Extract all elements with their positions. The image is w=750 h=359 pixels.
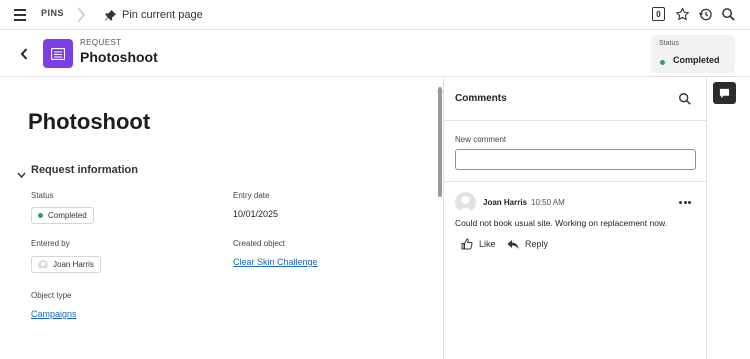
comment-text: Could not book usual site. Working on re… bbox=[455, 218, 667, 228]
star-icon[interactable] bbox=[674, 6, 690, 22]
comments-panel: Comments New comment Joan Harris 10:50 A… bbox=[443, 78, 707, 359]
new-comment-input[interactable] bbox=[455, 149, 696, 170]
chevron-right-icon bbox=[75, 6, 87, 24]
divider bbox=[444, 181, 707, 182]
object-header: REQUEST Photoshoot Status Completed bbox=[0, 30, 750, 77]
request-details: Photoshoot Request information Status Co… bbox=[0, 78, 437, 359]
new-comment-label: New comment bbox=[455, 135, 507, 144]
object-title: Photoshoot bbox=[80, 49, 158, 65]
status-field-label: Status bbox=[31, 191, 54, 200]
status-dot bbox=[38, 213, 43, 218]
reply-label: Reply bbox=[525, 239, 549, 249]
section-title-request-information[interactable]: Request information bbox=[31, 164, 138, 176]
comment-time: 10:50 AM bbox=[531, 198, 565, 207]
like-button[interactable]: Like bbox=[461, 237, 496, 251]
created-object-link[interactable]: Clear Skin Challenge bbox=[233, 257, 318, 267]
entered-by-name: Joan Harris bbox=[53, 260, 94, 269]
status-chip: Completed bbox=[31, 207, 94, 224]
status-chip-label: Completed bbox=[48, 211, 87, 220]
entered-by-chip[interactable]: Joan Harris bbox=[31, 256, 101, 273]
pin-current-page-label: Pin current page bbox=[122, 9, 203, 21]
comment-icon[interactable] bbox=[713, 82, 736, 104]
status-panel[interactable]: Status Completed bbox=[651, 35, 735, 73]
object-type-field-label: Object type bbox=[31, 291, 72, 300]
status-dot bbox=[660, 60, 665, 65]
scrollbar-thumb[interactable] bbox=[438, 87, 442, 197]
chevron-down-icon[interactable] bbox=[17, 166, 26, 179]
divider bbox=[444, 120, 707, 121]
more-horizontal-icon[interactable] bbox=[679, 201, 691, 205]
entry-date-label: Entry date bbox=[233, 191, 270, 200]
status-label: Status bbox=[659, 40, 679, 47]
search-icon[interactable] bbox=[720, 6, 736, 22]
created-object-label: Created object bbox=[233, 239, 286, 248]
object-type-link[interactable]: Campaigns bbox=[31, 309, 77, 319]
hamburger-menu-icon[interactable] bbox=[13, 9, 27, 21]
reply-icon bbox=[507, 239, 519, 249]
entered-by-label: Entered by bbox=[31, 239, 70, 248]
pins-label[interactable]: PINS bbox=[41, 8, 64, 18]
comment-author[interactable]: Joan Harris bbox=[483, 198, 527, 207]
chevron-left-icon[interactable] bbox=[19, 47, 29, 61]
pin-current-page-button[interactable]: Pin current page bbox=[104, 6, 203, 24]
top-navigation-bar: PINS Pin current page 0 bbox=[0, 0, 750, 30]
pin-icon bbox=[104, 9, 117, 21]
comments-title: Comments bbox=[455, 93, 507, 104]
page-title: Photoshoot bbox=[28, 109, 151, 134]
request-icon bbox=[43, 39, 73, 68]
reply-button[interactable]: Reply bbox=[507, 237, 548, 251]
notification-count-badge[interactable]: 0 bbox=[652, 7, 665, 21]
entry-date-value: 10/01/2025 bbox=[233, 209, 279, 219]
history-icon[interactable] bbox=[697, 6, 713, 22]
status-value: Completed bbox=[673, 55, 720, 65]
like-label: Like bbox=[479, 239, 496, 249]
thumbs-up-icon bbox=[461, 238, 473, 250]
avatar bbox=[455, 192, 476, 213]
object-type-label: REQUEST bbox=[80, 38, 122, 47]
search-icon[interactable] bbox=[678, 92, 692, 106]
avatar bbox=[38, 259, 48, 270]
